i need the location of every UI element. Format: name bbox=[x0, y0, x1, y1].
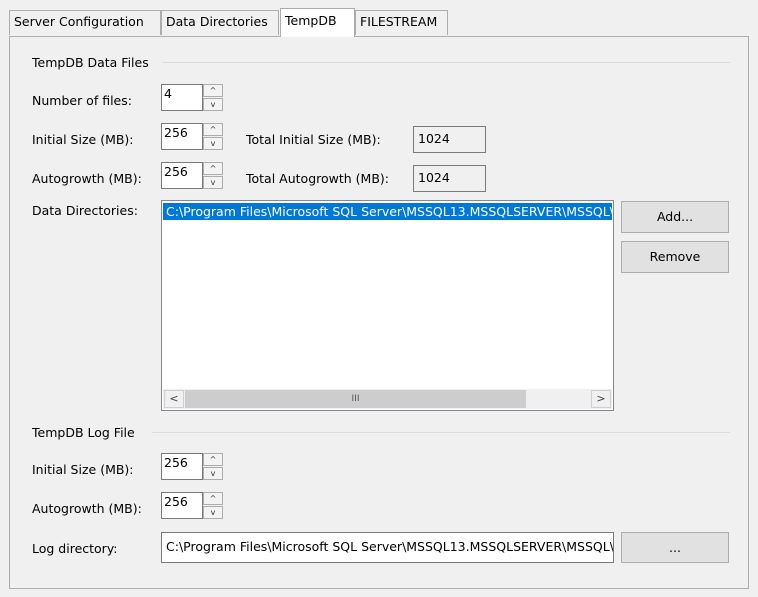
spin-down-icon[interactable]: v bbox=[203, 176, 223, 189]
total-initial-size-label: Total Initial Size (MB): bbox=[246, 132, 381, 147]
spin-down-icon[interactable]: v bbox=[203, 98, 223, 111]
spin-up-icon[interactable]: ^ bbox=[203, 492, 223, 505]
log-initial-size-spinner: ^ v bbox=[203, 453, 223, 480]
autogrowth-label: Autogrowth (MB): bbox=[32, 171, 142, 186]
spin-up-icon[interactable]: ^ bbox=[203, 162, 223, 175]
number-of-files-label: Number of files: bbox=[32, 93, 132, 108]
spin-down-icon[interactable]: v bbox=[203, 467, 223, 480]
total-autogrowth-field: 1024 bbox=[413, 165, 486, 192]
log-file-group-title: TempDB Log File bbox=[32, 425, 135, 440]
initial-size-label: Initial Size (MB): bbox=[32, 132, 134, 147]
initial-size-spinner: ^ v bbox=[203, 123, 223, 150]
data-files-group-title: TempDB Data Files bbox=[32, 55, 149, 70]
initial-size-input[interactable]: 256 bbox=[161, 123, 203, 150]
group-divider bbox=[162, 62, 730, 63]
tab-filestream[interactable]: FILESTREAM bbox=[355, 10, 448, 35]
spin-down-icon[interactable]: v bbox=[203, 506, 223, 519]
tab-tempdb[interactable]: TempDB bbox=[280, 8, 355, 37]
browse-button[interactable]: ... bbox=[621, 532, 729, 563]
group-divider bbox=[152, 432, 730, 433]
log-initial-size-input[interactable]: 256 bbox=[161, 453, 203, 480]
log-initial-size-label: Initial Size (MB): bbox=[32, 462, 134, 477]
spin-up-icon[interactable]: ^ bbox=[203, 84, 223, 97]
scroll-right-icon[interactable]: > bbox=[591, 390, 611, 408]
data-directories-list[interactable]: C:\Program Files\Microsoft SQL Server\MS… bbox=[161, 200, 614, 411]
total-initial-size-field: 1024 bbox=[413, 126, 486, 153]
add-button[interactable]: Add... bbox=[621, 201, 729, 233]
scroll-thumb[interactable]: III bbox=[185, 390, 526, 408]
spin-up-icon[interactable]: ^ bbox=[203, 123, 223, 136]
total-autogrowth-label: Total Autogrowth (MB): bbox=[246, 171, 389, 186]
autogrowth-input[interactable]: 256 bbox=[161, 162, 203, 189]
horizontal-scrollbar[interactable]: < III > bbox=[163, 389, 612, 409]
log-directory-field[interactable]: C:\Program Files\Microsoft SQL Server\MS… bbox=[161, 532, 614, 563]
list-item[interactable]: C:\Program Files\Microsoft SQL Server\MS… bbox=[163, 203, 612, 220]
number-of-files-spinner: ^ v bbox=[203, 84, 223, 111]
scroll-left-icon[interactable]: < bbox=[164, 390, 184, 408]
remove-button[interactable]: Remove bbox=[621, 241, 729, 273]
data-directories-label: Data Directories: bbox=[32, 203, 138, 218]
tab-data-directories[interactable]: Data Directories bbox=[161, 10, 279, 35]
tab-server-configuration[interactable]: Server Configuration bbox=[9, 10, 161, 35]
log-autogrowth-label: Autogrowth (MB): bbox=[32, 501, 142, 516]
autogrowth-spinner: ^ v bbox=[203, 162, 223, 189]
log-autogrowth-spinner: ^ v bbox=[203, 492, 223, 519]
spin-down-icon[interactable]: v bbox=[203, 137, 223, 150]
number-of-files-input[interactable]: 4 bbox=[161, 84, 203, 111]
log-directory-label: Log directory: bbox=[32, 541, 118, 556]
log-autogrowth-input[interactable]: 256 bbox=[161, 492, 203, 519]
spin-up-icon[interactable]: ^ bbox=[203, 453, 223, 466]
